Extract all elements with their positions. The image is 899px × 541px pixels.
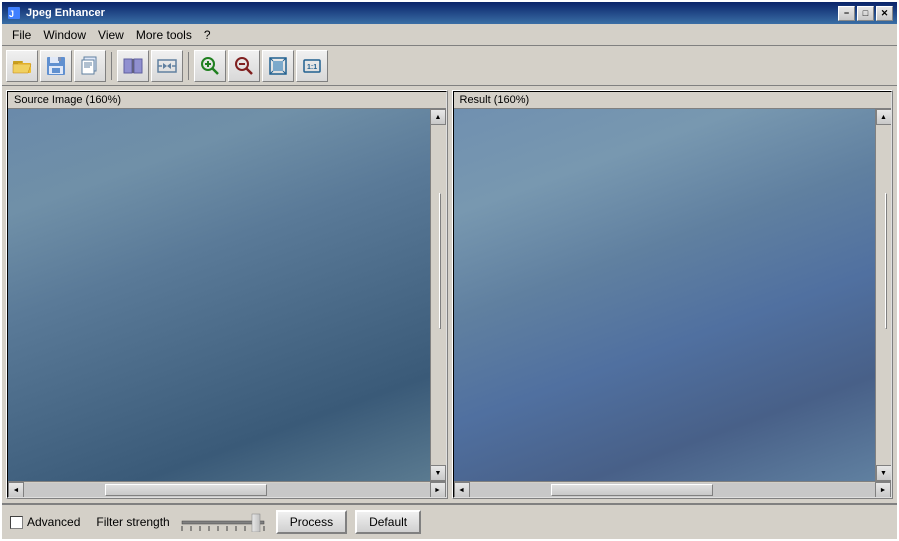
filter-strength-slider-wrapper[interactable] <box>178 512 268 532</box>
zoom-in-button[interactable] <box>194 50 226 82</box>
main-content: Source Image (160%) ▲ ▼ <box>2 86 897 539</box>
process-button[interactable]: Process <box>276 510 347 534</box>
zoom-in-icon <box>199 55 221 77</box>
result-scroll-down[interactable]: ▼ <box>876 465 892 481</box>
toolbar: 1:1 <box>2 46 897 86</box>
source-panel-inner: Source Image (160%) ▲ ▼ <box>7 91 447 498</box>
menu-window[interactable]: Window <box>37 26 92 44</box>
actual-size-icon: 1:1 <box>301 55 323 77</box>
save-button[interactable] <box>40 50 72 82</box>
toolbar-separator-1 <box>111 52 112 80</box>
zoom-out-button[interactable] <box>228 50 260 82</box>
panels-area: Source Image (160%) ▲ ▼ <box>2 86 897 503</box>
result-scroll-thumb-h[interactable] <box>551 484 713 496</box>
source-panel-title: Source Image (160%) <box>8 92 446 109</box>
zoom-out-icon <box>233 55 255 77</box>
fit-width-button[interactable] <box>151 50 183 82</box>
menu-more-tools[interactable]: More tools <box>130 26 198 44</box>
toolbar-separator-2 <box>188 52 189 80</box>
source-panel: Source Image (160%) ▲ ▼ <box>6 90 448 499</box>
result-panel-title: Result (160%) <box>454 92 892 109</box>
fit-page-icon <box>267 55 289 77</box>
slider-ticks-svg <box>178 512 268 532</box>
advanced-label: Advanced <box>27 515 80 529</box>
menu-help[interactable]: ? <box>198 26 217 44</box>
copy-button[interactable] <box>74 50 106 82</box>
result-scroll-up[interactable]: ▲ <box>876 109 892 125</box>
source-scroll-thumb-h[interactable] <box>105 484 267 496</box>
source-scroll-thumb-v[interactable] <box>439 193 441 329</box>
open-icon <box>11 55 33 77</box>
source-scroll-left[interactable]: ◄ <box>8 482 24 498</box>
result-image <box>454 109 876 481</box>
source-scroll-down[interactable]: ▼ <box>430 465 446 481</box>
fit-width-icon <box>156 55 178 77</box>
result-scroll-left[interactable]: ◄ <box>454 482 470 498</box>
source-scroll-track-h[interactable] <box>24 483 430 497</box>
copy-icon <box>79 55 101 77</box>
result-panel-bottom: ◄ ► <box>454 481 892 497</box>
filter-strength-slider-container <box>178 512 268 532</box>
source-scroll-up[interactable]: ▲ <box>430 109 446 125</box>
open-button[interactable] <box>6 50 38 82</box>
menu-bar: File Window View More tools ? <box>2 24 897 46</box>
svg-text:J: J <box>9 9 14 19</box>
filter-strength-label: Filter strength <box>96 515 169 529</box>
app-icon: J <box>6 5 22 21</box>
source-image-area <box>8 109 430 481</box>
result-panel-viewport[interactable]: ▲ ▼ <box>454 109 892 481</box>
main-window: J Jpeg Enhancer − □ ✕ File Window View M… <box>0 0 899 541</box>
title-bar-buttons: − □ ✕ <box>838 6 893 21</box>
close-button[interactable]: ✕ <box>876 6 893 21</box>
fit-page-button[interactable] <box>262 50 294 82</box>
title-bar: J Jpeg Enhancer − □ ✕ <box>2 2 897 24</box>
result-panel: Result (160%) ▲ ▼ <box>452 90 894 499</box>
source-scrollbar-vertical[interactable]: ▲ ▼ <box>430 109 446 481</box>
result-scroll-track-h[interactable] <box>470 483 876 497</box>
result-scroll-right[interactable]: ► <box>875 482 891 498</box>
split-view-icon <box>122 55 144 77</box>
window-title: Jpeg Enhancer <box>26 7 105 19</box>
result-panel-inner: Result (160%) ▲ ▼ <box>453 91 893 498</box>
svg-text:1:1: 1:1 <box>307 64 317 71</box>
menu-view[interactable]: View <box>92 26 130 44</box>
result-image-area <box>454 109 876 481</box>
status-bar: Advanced Filter strength <box>2 503 897 539</box>
maximize-button[interactable]: □ <box>857 6 874 21</box>
menu-file[interactable]: File <box>6 26 37 44</box>
result-scroll-thumb-v[interactable] <box>885 193 887 329</box>
advanced-checkbox-label[interactable]: Advanced <box>10 515 80 529</box>
result-scrollbar-h[interactable] <box>470 482 876 498</box>
default-button[interactable]: Default <box>355 510 421 534</box>
result-scrollbar-vertical[interactable]: ▲ ▼ <box>875 109 891 481</box>
title-bar-left: J Jpeg Enhancer <box>6 5 105 21</box>
actual-size-button[interactable]: 1:1 <box>296 50 328 82</box>
split-view-button[interactable] <box>117 50 149 82</box>
source-panel-bottom: ◄ ► <box>8 481 446 497</box>
source-scroll-right[interactable]: ► <box>430 482 446 498</box>
source-panel-viewport[interactable]: ▲ ▼ <box>8 109 446 481</box>
source-scrollbar-h[interactable] <box>24 482 430 498</box>
minimize-button[interactable]: − <box>838 6 855 21</box>
source-image <box>8 109 430 481</box>
advanced-checkbox[interactable] <box>10 516 23 529</box>
save-icon <box>45 55 67 77</box>
